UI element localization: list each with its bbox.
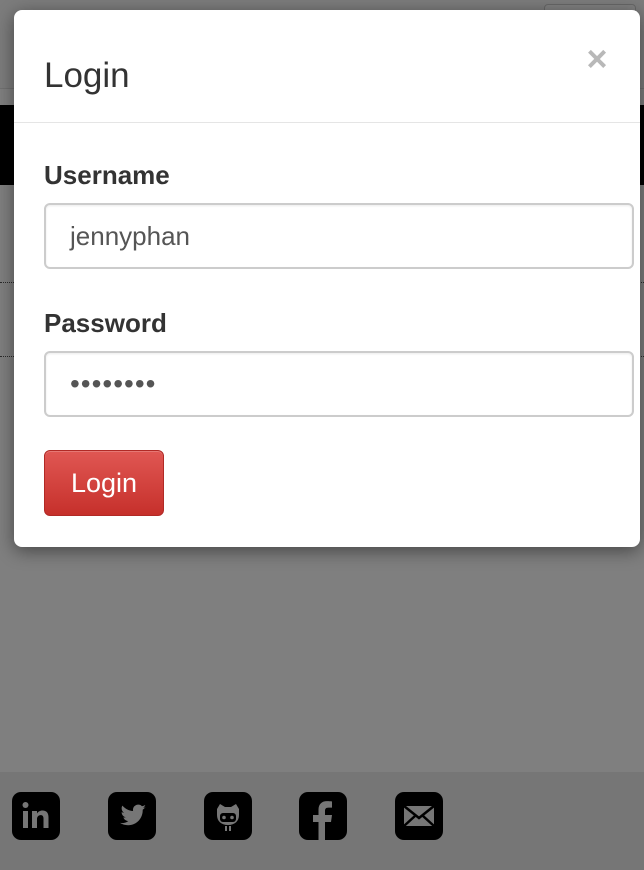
login-button[interactable]: Login <box>44 450 164 516</box>
username-input[interactable]: jennyphan <box>44 203 634 269</box>
login-modal: Login × Username jennyphan Password ••••… <box>14 10 640 547</box>
username-label: Username <box>44 160 170 190</box>
modal-header: Login × <box>14 10 640 123</box>
password-masked-value: •••••••• <box>70 368 157 399</box>
password-label: Password <box>44 308 167 338</box>
modal-title: Login <box>44 56 130 95</box>
close-button[interactable]: × <box>582 41 612 77</box>
password-input[interactable]: •••••••• <box>44 351 634 417</box>
